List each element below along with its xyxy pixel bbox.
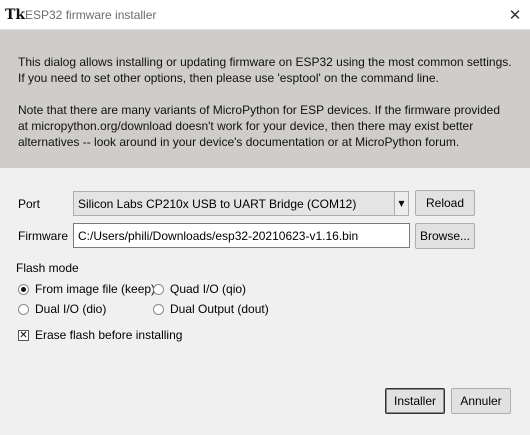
flash-mode-option-label: Quad I/O (qio) [170, 282, 247, 296]
radio-icon[interactable] [18, 303, 29, 315]
dropdown-arrow-icon[interactable]: ▼ [394, 192, 408, 215]
install-button[interactable]: Installer [385, 388, 445, 414]
port-label: Port [18, 197, 41, 211]
erase-flash-checkbox[interactable]: ✕ Erase flash before installing [18, 328, 182, 342]
flash-mode-option-label: Dual Output (dout) [170, 302, 269, 316]
info-paragraph-usage: This dialog allows installing or updatin… [18, 55, 512, 85]
firmware-path-input[interactable] [73, 223, 410, 248]
reload-button[interactable]: Reload [415, 190, 475, 216]
port-selected-value: Silicon Labs CP210x USB to UART Bridge (… [78, 197, 357, 211]
flash-mode-option-label: From image file (keep) [35, 282, 156, 296]
window-title: ESP32 firmware installer [25, 8, 157, 22]
checkbox-checked-icon[interactable]: ✕ [18, 329, 29, 341]
radio-selected-icon[interactable] [18, 283, 29, 295]
browse-button[interactable]: Browse... [415, 223, 475, 249]
flash-mode-label: Flash mode [16, 261, 79, 275]
tk-feather-icon: Tk [5, 7, 26, 23]
cancel-button[interactable]: Annuler [451, 388, 511, 414]
info-panel: This dialog allows installing or updatin… [0, 30, 530, 168]
title-bar: Tk ESP32 firmware installer ✕ [0, 0, 530, 30]
flash-mode-option-qio[interactable]: Quad I/O (qio) [153, 282, 246, 296]
radio-icon[interactable] [153, 303, 164, 315]
firmware-label: Firmware [18, 229, 68, 243]
radio-icon[interactable] [153, 283, 164, 295]
close-icon[interactable]: ✕ [500, 0, 530, 30]
port-combobox[interactable]: Silicon Labs CP210x USB to UART Bridge (… [73, 191, 409, 216]
info-paragraph-variants: Note that there are many variants of Mic… [18, 103, 500, 149]
flash-mode-option-keep[interactable]: From image file (keep) [18, 282, 155, 296]
flash-mode-option-dio[interactable]: Dual I/O (dio) [18, 302, 106, 316]
erase-flash-label: Erase flash before installing [35, 328, 183, 342]
flash-mode-option-dout[interactable]: Dual Output (dout) [153, 302, 269, 316]
flash-mode-option-label: Dual I/O (dio) [35, 302, 107, 316]
